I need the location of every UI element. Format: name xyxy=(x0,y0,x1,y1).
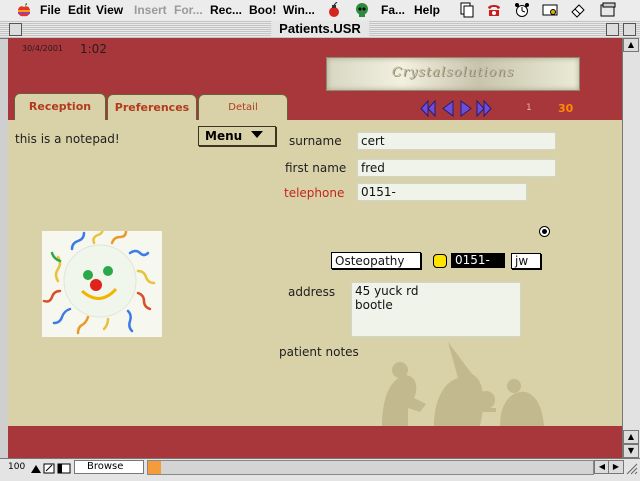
menu-insert[interactable]: Insert xyxy=(134,3,167,17)
address-line-2: bootle xyxy=(355,298,393,312)
certificate-icon[interactable] xyxy=(542,2,558,18)
date-display: 30/4/2001 xyxy=(22,44,64,53)
menu-help[interactable]: Help xyxy=(414,3,440,17)
first-record-icon[interactable] xyxy=(420,100,436,117)
menu-favorites[interactable]: Fa... xyxy=(381,3,405,17)
menu-window[interactable]: Win... xyxy=(283,3,315,17)
zoom-box[interactable] xyxy=(606,23,619,36)
surname-field[interactable]: cert xyxy=(357,132,556,150)
menu-format[interactable]: For... xyxy=(174,3,203,17)
layout-frame: 30/4/2001 1:02 Crystalsolutions Receptio… xyxy=(8,38,622,458)
telephone-radio-button[interactable] xyxy=(539,226,550,237)
first-name-field[interactable]: fred xyxy=(357,159,556,177)
menu-button-label: Menu xyxy=(205,129,243,143)
menu-view[interactable]: View xyxy=(96,3,123,17)
zoom-level[interactable]: 100 xyxy=(8,462,25,472)
telephone-icon[interactable] xyxy=(486,2,502,18)
next-record-icon[interactable] xyxy=(458,100,474,117)
menu-records[interactable]: Rec... xyxy=(210,3,242,17)
telephone-field[interactable]: 0151- xyxy=(357,183,527,201)
alarm-clock-icon[interactable] xyxy=(514,2,530,18)
status-bar: 100 Browse ◀ ▶ xyxy=(0,458,640,481)
telephone-label: telephone xyxy=(284,186,345,200)
menu-boo[interactable]: Boo! xyxy=(249,3,276,17)
menu-edit[interactable]: Edit xyxy=(68,3,91,17)
notepad-text[interactable]: this is a notepad! xyxy=(15,132,120,146)
eraser-icon[interactable] xyxy=(570,2,586,18)
scroll-up-icon[interactable]: ▲ xyxy=(623,38,639,52)
tab-detail[interactable]: Detail xyxy=(198,94,288,121)
surname-label: surname xyxy=(289,134,342,148)
menu-button[interactable]: Menu xyxy=(198,126,276,146)
company-logo: Crystalsolutions xyxy=(326,57,580,91)
pages-icon[interactable] xyxy=(459,2,475,18)
practice-field[interactable]: Osteopathy xyxy=(331,252,421,269)
tab-reception[interactable]: Reception xyxy=(14,93,106,121)
mode-selector[interactable]: Browse xyxy=(74,460,144,474)
patient-notes-label: patient notes xyxy=(279,345,359,359)
skull-icon[interactable] xyxy=(354,2,370,18)
chevron-down-icon xyxy=(251,131,263,138)
first-name-label: first name xyxy=(285,161,347,175)
tab-preferences[interactable]: Preferences xyxy=(107,94,197,121)
scroll-down-icon[interactable]: ▼ xyxy=(623,444,639,458)
menu-bar: File Edit View Insert For... Rec... Boo!… xyxy=(0,0,640,21)
status-indicator[interactable] xyxy=(433,254,447,268)
menu-file[interactable]: File xyxy=(40,3,61,17)
current-record-number: 1 xyxy=(526,103,532,113)
bomb-icon[interactable] xyxy=(326,2,342,18)
scroll-right-icon[interactable]: ▶ xyxy=(608,460,624,474)
collapse-box[interactable] xyxy=(623,23,636,36)
address-label: address xyxy=(288,285,336,299)
horizontal-scrollbar[interactable] xyxy=(147,460,594,475)
total-records: 30 xyxy=(558,102,574,115)
last-record-icon[interactable] xyxy=(476,100,492,117)
sun-drawing-image xyxy=(42,225,162,337)
reception-panel: this is a notepad! Menu surname cert fir… xyxy=(8,120,622,426)
scroll-thumb[interactable] xyxy=(148,461,161,474)
scroll-up-icon[interactable]: ▲ xyxy=(623,430,639,444)
previous-record-icon[interactable] xyxy=(440,100,456,117)
time-display: 1:02 xyxy=(80,42,107,56)
close-box[interactable] xyxy=(9,23,22,36)
application-icon[interactable] xyxy=(600,2,616,18)
logo-text: Crystalsolutions xyxy=(391,65,515,80)
address-line-1: 45 yuck rd xyxy=(355,284,419,298)
window-title: Patients.USR xyxy=(271,21,369,36)
layout-tools-icon[interactable] xyxy=(30,462,72,474)
address-field[interactable]: 45 yuck rd bootle xyxy=(351,282,521,337)
initials-field[interactable]: jw xyxy=(511,253,541,269)
resize-grip-icon[interactable] xyxy=(624,461,638,475)
wizards-watermark-image xyxy=(382,342,544,426)
vertical-scrollbar[interactable]: ▲ ▲ ▼ xyxy=(622,38,640,458)
window-title-bar[interactable]: Patients.USR xyxy=(0,20,640,39)
apple-icon[interactable] xyxy=(16,2,32,18)
phone-code-field[interactable]: 0151- xyxy=(451,253,505,268)
